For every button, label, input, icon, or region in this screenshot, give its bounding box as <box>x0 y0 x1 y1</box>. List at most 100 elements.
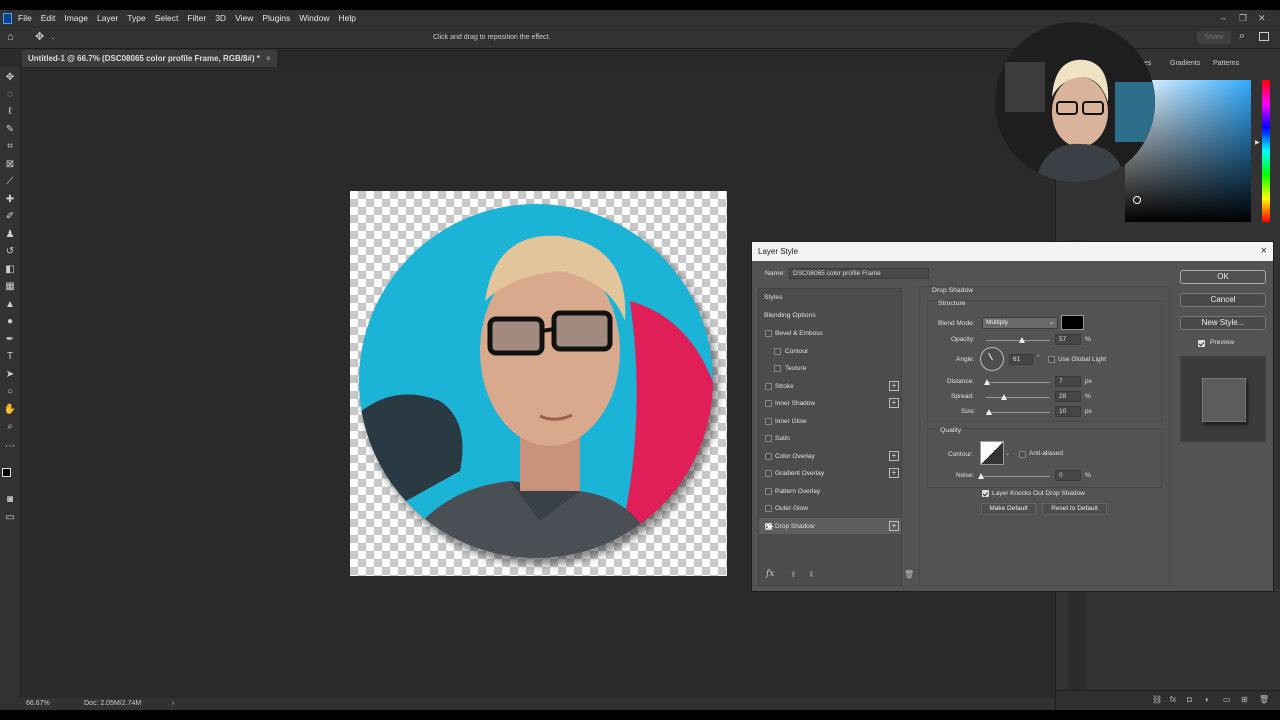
effect-row-satin[interactable]: Satin <box>759 430 901 447</box>
menu-type[interactable]: Type <box>127 13 145 23</box>
effect-row-pattern-overlay[interactable]: Pattern Overlay <box>759 483 901 500</box>
name-field[interactable]: DSC08065 color profile Frame <box>789 268 929 279</box>
zoom-level[interactable]: 66.67% <box>26 698 50 710</box>
cancel-button[interactable]: Cancel <box>1180 293 1266 307</box>
distance-slider-thumb[interactable] <box>984 379 991 385</box>
document-canvas[interactable] <box>350 191 727 576</box>
type-tool-icon[interactable]: T <box>3 350 17 362</box>
minimize-icon[interactable]: – <box>1221 10 1226 26</box>
frame-tool-icon[interactable]: ⊠ <box>3 158 17 170</box>
spread-field[interactable]: 28 <box>1055 391 1081 402</box>
delete-effect-icon[interactable]: 🗑 <box>904 570 914 579</box>
noise-slider[interactable] <box>981 476 1050 477</box>
spread-slider[interactable] <box>986 397 1050 398</box>
tab-patterns[interactable]: Patterns <box>1213 60 1239 67</box>
status-arrow-icon[interactable]: › <box>172 698 174 710</box>
pen-tool-icon[interactable]: ✒ <box>3 333 17 345</box>
group-icon[interactable]: ▭ <box>1223 695 1231 704</box>
fx-menu-icon[interactable]: fx <box>766 569 774 579</box>
add-effect-icon[interactable]: + <box>889 520 899 531</box>
effect-row-inner-glow[interactable]: Inner Glow <box>759 413 901 430</box>
effect-row-gradient-overlay[interactable]: Gradient Overlay + <box>759 465 901 482</box>
trash-icon[interactable]: 🗑 <box>1259 695 1269 704</box>
blending-options-row[interactable]: Blending Options <box>759 307 901 324</box>
menu-image[interactable]: Image <box>64 13 88 23</box>
foreground-color-swatch[interactable] <box>2 468 11 477</box>
use-global-light-checkbox[interactable] <box>1048 356 1055 363</box>
make-default-button[interactable]: Make Default <box>981 503 1036 515</box>
effect-row-contour[interactable]: Contour <box>759 343 901 360</box>
lasso-tool-icon[interactable]: ℓ <box>3 105 17 117</box>
distance-field[interactable]: 7 <box>1055 376 1081 387</box>
noise-slider-thumb[interactable] <box>978 473 984 479</box>
effect-checkbox[interactable] <box>765 435 772 442</box>
effect-row-bevel-emboss[interactable]: Bevel & Emboss <box>759 325 901 342</box>
anti-aliased-checkbox[interactable] <box>1019 451 1026 458</box>
size-slider[interactable] <box>986 412 1050 413</box>
search-icon[interactable]: ⌕ <box>1239 30 1245 43</box>
noise-field[interactable]: 0 <box>1055 470 1081 481</box>
menu-window[interactable]: Window <box>299 13 329 23</box>
fx-icon[interactable]: fx <box>1170 695 1176 704</box>
mask-icon[interactable]: ◘ <box>1187 695 1192 704</box>
effect-row-stroke[interactable]: Stroke + <box>759 378 901 395</box>
color-picker-cursor[interactable] <box>1133 196 1141 204</box>
effect-checkbox[interactable] <box>765 400 772 407</box>
move-tool-icon[interactable]: ✥ <box>35 30 44 43</box>
angle-dial[interactable] <box>980 347 1004 371</box>
menu-3d[interactable]: 3D <box>215 13 226 23</box>
spread-slider-thumb[interactable] <box>1000 394 1007 400</box>
preview-checkbox[interactable] <box>1198 340 1205 347</box>
add-effect-icon[interactable]: + <box>889 380 899 391</box>
contour-preview[interactable] <box>980 441 1004 465</box>
adjustment-icon[interactable]: ◐ <box>1205 695 1210 704</box>
restore-icon[interactable]: ❐ <box>1239 10 1247 26</box>
stamp-tool-icon[interactable]: ♟ <box>3 228 17 240</box>
eraser-tool-icon[interactable]: ◧ <box>3 263 17 275</box>
ok-button[interactable]: OK <box>1180 270 1266 284</box>
history-brush-icon[interactable]: ↺ <box>3 245 17 257</box>
link-icon[interactable]: ⛓ <box>1152 695 1162 704</box>
zoom-tool-icon[interactable]: ⌕ <box>3 420 17 432</box>
screen-mode-icon[interactable]: ▭ <box>3 511 17 523</box>
size-field[interactable]: 10 <box>1055 406 1081 417</box>
distance-slider[interactable] <box>986 382 1050 383</box>
effect-checkbox[interactable] <box>774 365 781 372</box>
more-tools-icon[interactable]: ⋯ <box>3 440 17 452</box>
brush-tool-icon[interactable]: ✐ <box>3 210 17 222</box>
add-effect-icon[interactable]: + <box>889 450 899 461</box>
move-down-icon[interactable]: ⬇ <box>808 570 815 579</box>
size-slider-thumb[interactable] <box>985 409 992 415</box>
effect-checkbox[interactable] <box>765 382 772 390</box>
dodge-tool-icon[interactable]: ● <box>3 315 17 327</box>
hue-slider[interactable] <box>1262 80 1270 222</box>
shape-tool-icon[interactable]: ○ <box>3 385 17 397</box>
tab-gradients[interactable]: Gradients <box>1170 60 1200 67</box>
gradient-tool-icon[interactable]: ▦ <box>3 280 17 292</box>
opacity-field[interactable]: 57 <box>1055 334 1081 345</box>
menu-select[interactable]: Select <box>155 13 179 23</box>
shadow-color-swatch[interactable] <box>1061 315 1084 330</box>
menu-edit[interactable]: Edit <box>41 13 56 23</box>
hand-tool-icon[interactable]: ✋ <box>3 403 17 415</box>
workspace-icon[interactable] <box>1259 32 1269 41</box>
dialog-close-icon[interactable]: × <box>1261 242 1267 261</box>
blur-tool-icon[interactable]: ▲ <box>3 298 17 310</box>
effect-checkbox[interactable] <box>765 452 772 460</box>
document-tab[interactable]: Untitled-1 @ 66.7% (DSC08065 color profi… <box>22 50 277 67</box>
menu-view[interactable]: View <box>235 13 253 23</box>
opacity-slider[interactable] <box>986 340 1050 341</box>
share-button[interactable]: Share <box>1197 31 1231 44</box>
chevron-down-icon[interactable]: ⌄ <box>1005 450 1010 457</box>
close-window-icon[interactable]: ✕ <box>1258 10 1266 26</box>
eyedropper-tool-icon[interactable]: ⟋ <box>3 175 17 187</box>
move-tool-icon[interactable]: ✥ <box>3 71 17 83</box>
effect-row-outer-glow[interactable]: Outer Glow <box>759 500 901 517</box>
menu-layer[interactable]: Layer <box>97 13 118 23</box>
effect-row-texture[interactable]: Texture <box>759 360 901 377</box>
menu-filter[interactable]: Filter <box>187 13 206 23</box>
effect-checkbox[interactable] <box>765 505 772 512</box>
menu-help[interactable]: Help <box>338 13 355 23</box>
healing-brush-icon[interactable]: ✚ <box>3 193 17 205</box>
hue-arrow-icon[interactable]: ▶ <box>1255 139 1260 146</box>
